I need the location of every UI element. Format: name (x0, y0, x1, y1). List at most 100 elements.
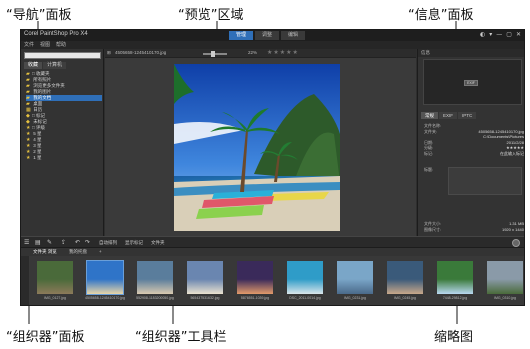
info-row: 图像尺寸: 1920 x 1440 (424, 227, 524, 233)
organizer-panel: IMG_0127.jpg 4505658-1245410170.jpg 552908… (21, 256, 524, 305)
tree-item-label: 未标记 (32, 119, 47, 124)
zoom-fit-icon[interactable]: ⊞ (107, 50, 111, 56)
tree-item-label: □ 评级 (32, 125, 45, 130)
thumbnail[interactable]: 5876551-1039.jpg (233, 259, 277, 305)
add-tray-button[interactable]: + (99, 249, 102, 254)
tree-item-label: 3 星 (32, 143, 42, 148)
tab-collections[interactable]: 收藏 (24, 62, 43, 69)
info-footer-rows: 文件大小: 1.31 MB 图像尺寸: 1920 x 1440 (424, 221, 524, 232)
tree-item-label: 5 星 (32, 131, 42, 136)
organizer-tabs: 文件夹 浏览 我的托盘 + (21, 248, 524, 256)
organizer-collapse-strip[interactable] (21, 256, 29, 305)
info-row-label: 文件夹: (424, 128, 438, 134)
callout-thumbnails: 缩略图 (434, 330, 474, 345)
thumbnail-caption: 5876551-1039.jpg (240, 296, 270, 300)
thumbnail-image (137, 261, 173, 294)
thumbnail-caption: 7448-29812.jpg (442, 296, 468, 300)
minimize-icon[interactable]: — (496, 31, 502, 38)
info-rows: 文件名称: 文件夹: 4505658-1245410170.jpg C:\Docume… (424, 123, 524, 156)
thumbnail[interactable]: DSC_2011-0014.jpg (283, 259, 327, 305)
navigation-tabs: 收藏 计算机 (24, 62, 67, 69)
menu-help[interactable]: 帮助 (56, 41, 66, 49)
theme-icon[interactable]: ◐ (480, 31, 485, 38)
dropdown-icon[interactable]: ▾ (489, 31, 492, 38)
tab-general[interactable]: 常规 (421, 112, 438, 119)
callout-preview-area: “预览”区域 (178, 8, 244, 23)
beach-photo (174, 64, 340, 231)
menu-file[interactable]: 文件 (24, 41, 34, 49)
search-input[interactable] (24, 52, 101, 59)
zoom-slider-handle[interactable] (211, 51, 215, 57)
thumbnail[interactable]: 552908-1183200050.jpg (133, 259, 177, 305)
thumbnail[interactable]: IMG_0127.jpg (33, 259, 77, 305)
thumbnail-image (37, 261, 73, 294)
thumbnail-image (437, 261, 473, 294)
share-icon[interactable]: ⇪ (61, 239, 66, 246)
thumbnail-image (237, 261, 273, 294)
thumbnail-caption: DSC_2011-0014.jpg (289, 296, 321, 300)
info-header: 信息 (418, 49, 524, 57)
organizer-toolbar: ☰ ▤ ✎ ⇪ ↶ ↷ 自动排列 显示标记 文件夹 (21, 236, 524, 248)
tab-adjust[interactable]: 调整 (255, 31, 280, 40)
thumbnail-image (387, 261, 423, 294)
zoom-slider[interactable] (203, 51, 227, 57)
menu-view[interactable]: 视图 (40, 41, 50, 49)
callout-info-panel: “信息”面板 (408, 8, 474, 23)
tree-item-label: □ 收藏夹 (32, 71, 50, 76)
thumbnail-caption: 4505658-1245410170.jpg (85, 296, 125, 300)
organizer-toggle-icon[interactable]: ☰ (24, 239, 29, 246)
rating-stars[interactable]: ★★★★★ (267, 49, 299, 56)
tree-item-label: 我的图片 (32, 89, 52, 94)
info-row: 标记: 在此输入标记 (424, 151, 524, 157)
thumbnail-caption: 552908-1183200050.jpg (136, 296, 174, 300)
app-title: Corel PaintShop Pro X4 (24, 31, 88, 37)
pen-icon[interactable]: ✎ (47, 239, 52, 246)
thumbnail-caption: IMG_0127.jpg (44, 296, 66, 300)
navigation-panel: 收藏 计算机 ▰ □ 收藏夹 ▰ 所有照片 ▰ 浏览更多文件夹 ▰ 我的图片 ▰ 我的文档… (21, 49, 104, 236)
view-mode-icon[interactable]: ▤ (35, 239, 41, 246)
folder-tree: ▰ □ 收藏夹 ▰ 所有照片 ▰ 浏览更多文件夹 ▰ 我的图片 ▰ 我的文档 ▰ 桌面 ▦ 日… (26, 71, 102, 161)
thumbnail[interactable]: 4505658-1245410170.jpg (83, 259, 127, 305)
rotate-right-icon[interactable]: ↷ (85, 239, 90, 246)
callout-organizer-toolbar: “组织器”工具栏 (135, 330, 227, 345)
auto-arrange-label[interactable]: 自动排列 (99, 240, 117, 246)
tab-computer[interactable]: 计算机 (43, 62, 67, 69)
thumbnail[interactable]: 565437531632.jpg (183, 259, 227, 305)
zoom-level: 22% (248, 50, 258, 55)
info-header-title: 信息 (421, 50, 430, 55)
app-window: Corel PaintShop Pro X4 管理 调整 编辑 ◐ ▾ — ▢ … (20, 29, 525, 306)
tab-edit[interactable]: 编辑 (281, 31, 306, 40)
exif-button[interactable]: EXIF (464, 80, 478, 86)
rotate-left-icon[interactable]: ↶ (75, 239, 80, 246)
close-icon[interactable]: ✕ (516, 31, 521, 38)
tree-item-label: 1 星 (32, 155, 42, 160)
tab-exif[interactable]: EXIF (439, 112, 458, 119)
tab-my-tray[interactable]: 我的托盘 (69, 249, 87, 255)
preview-filename: 4505658-1245410170.jpg (115, 50, 167, 55)
tree-item-label: 桌面 (32, 101, 43, 106)
maximize-icon[interactable]: ▢ (506, 31, 512, 38)
info-row-value: 1920 x 1440 (501, 226, 524, 232)
show-tags-label[interactable]: 显示标记 (125, 240, 143, 246)
mode-tabs: 管理 调整 编辑 (229, 31, 306, 40)
tag-box[interactable] (448, 167, 522, 195)
tree-item-label: 我的文档 (32, 95, 52, 100)
thumbnail[interactable]: IMG_0310.jpg (483, 259, 524, 305)
thumbnail[interactable]: IMG_0231.jpg (333, 259, 377, 305)
thumbnail[interactable]: 7448-29812.jpg (433, 259, 477, 305)
preview-toolbar: ⊞ 4505658-1245410170.jpg 22% ★★★★★ (105, 49, 416, 58)
tab-manage[interactable]: 管理 (229, 31, 254, 40)
tree-item-label: 日历 (32, 107, 43, 112)
thumbnail-image (487, 261, 523, 294)
tab-iptc[interactable]: IPTC (458, 112, 477, 119)
tree-item[interactable]: ★ 1 星 (26, 155, 102, 161)
thumbnail-caption: IMG_0245.jpg (394, 296, 416, 300)
folder-label[interactable]: 文件夹 (151, 240, 165, 246)
info-panel: 信息 EXIF 常规 EXIF IPTC 文件名称: 文件夹: 4505658-12… (417, 49, 524, 236)
tab-browse-folders[interactable]: 文件夹 浏览 (33, 249, 57, 255)
preview-photo[interactable] (174, 64, 340, 231)
options-icon[interactable] (512, 239, 520, 247)
thumbnail-caption: IMG_0310.jpg (494, 296, 516, 300)
thumbnail[interactable]: IMG_0245.jpg (383, 259, 427, 305)
title-bar: Corel PaintShop Pro X4 管理 调整 编辑 ◐ ▾ — ▢ … (21, 30, 524, 41)
